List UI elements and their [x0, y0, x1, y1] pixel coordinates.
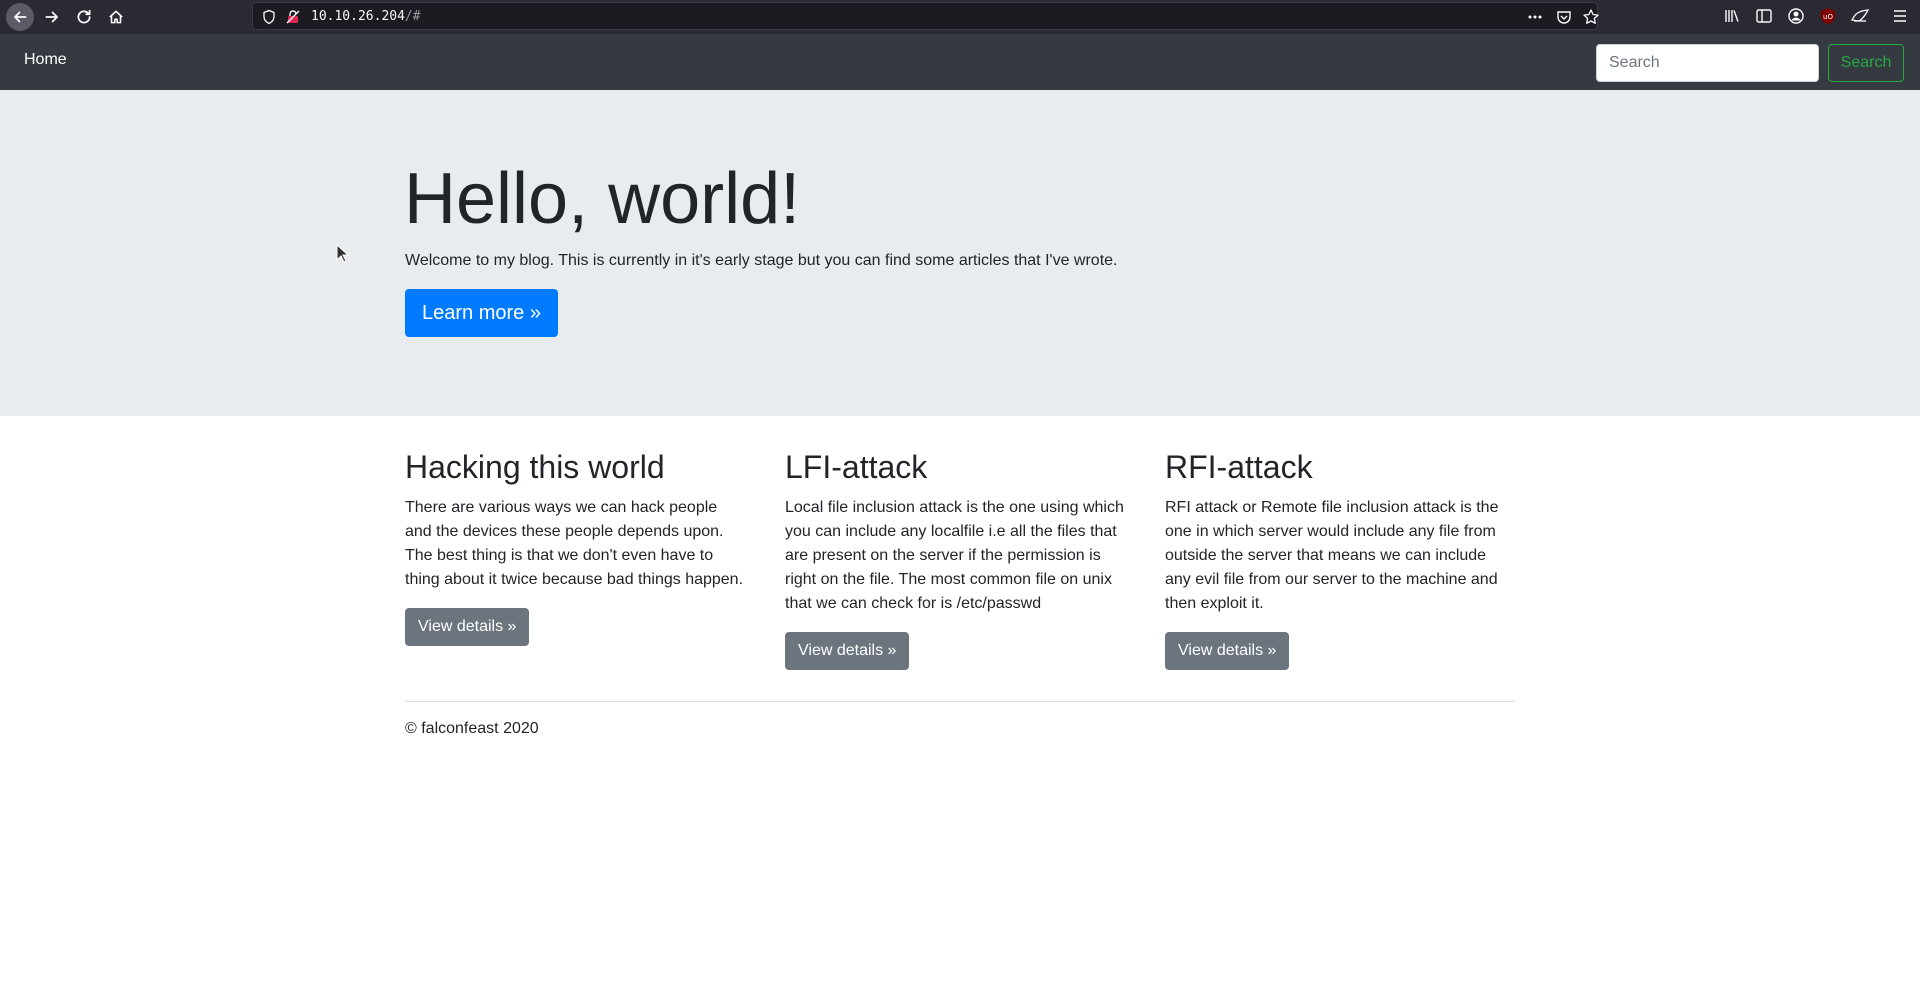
back-button[interactable] [6, 3, 34, 31]
page-viewport: Home Search Hello, world! Welcome to my … [0, 34, 1920, 1002]
hero-title: Hello, world! [404, 159, 801, 239]
more-icon[interactable] [1526, 8, 1544, 26]
url-text[interactable]: 10.10.26.204/# [311, 9, 421, 24]
search-input[interactable] [1596, 44, 1819, 82]
shield-icon[interactable] [261, 9, 277, 25]
ublock-icon[interactable]: uO [1818, 6, 1838, 26]
footer-divider [405, 701, 1515, 702]
hero-lead: Welcome to my blog. This is currently in… [405, 252, 1118, 269]
sidebar-icon[interactable] [1754, 6, 1774, 26]
view-details-button[interactable]: View details » [1165, 632, 1290, 671]
url-bar[interactable]: 10.10.26.204/# [252, 2, 1600, 30]
mouse-cursor-icon [336, 244, 350, 263]
pocket-icon[interactable] [1555, 8, 1573, 26]
forward-button[interactable] [38, 3, 66, 31]
hero-jumbotron: Hello, world! Welcome to my blog. This i… [0, 90, 1920, 416]
learn-more-button[interactable]: Learn more » [405, 289, 558, 337]
forward-icon [45, 11, 58, 23]
reload-icon [77, 9, 91, 24]
extension-icon[interactable] [1850, 6, 1870, 26]
article-body: RFI attack or Remote file inclusion atta… [1165, 499, 1499, 613]
view-details-button[interactable]: View details » [405, 608, 530, 647]
account-icon[interactable] [1786, 6, 1806, 26]
bookmark-star-icon[interactable] [1582, 8, 1600, 26]
footer-copyright: © falconfeast 2020 [405, 720, 539, 737]
article-title: LFI-attack [785, 449, 928, 485]
insecure-lock-icon[interactable] [285, 9, 301, 25]
back-icon [14, 11, 27, 23]
article-card: Hacking this world There are various way… [405, 448, 745, 647]
article-card: LFI-attack Local file inclusion attack i… [785, 448, 1125, 671]
top-navbar: Home Search [0, 34, 1920, 90]
search-button[interactable]: Search [1828, 44, 1904, 82]
library-icon[interactable] [1722, 6, 1742, 26]
home-icon [109, 10, 123, 24]
home-link[interactable]: Home [24, 51, 67, 69]
svg-text:uO: uO [1823, 13, 1833, 21]
home-button[interactable] [102, 3, 130, 31]
menu-icon[interactable] [1890, 6, 1910, 26]
article-title: RFI-attack [1165, 449, 1313, 485]
article-card: RFI-attack RFI attack or Remote file inc… [1165, 448, 1505, 671]
article-title: Hacking this world [405, 449, 665, 485]
reload-button[interactable] [70, 3, 98, 31]
view-details-button[interactable]: View details » [785, 632, 910, 671]
browser-toolbar: 10.10.26.204/# uO [0, 0, 1920, 34]
article-body: Local file inclusion attack is the one u… [785, 499, 1124, 613]
article-body: There are various ways we can hack peopl… [405, 499, 744, 589]
